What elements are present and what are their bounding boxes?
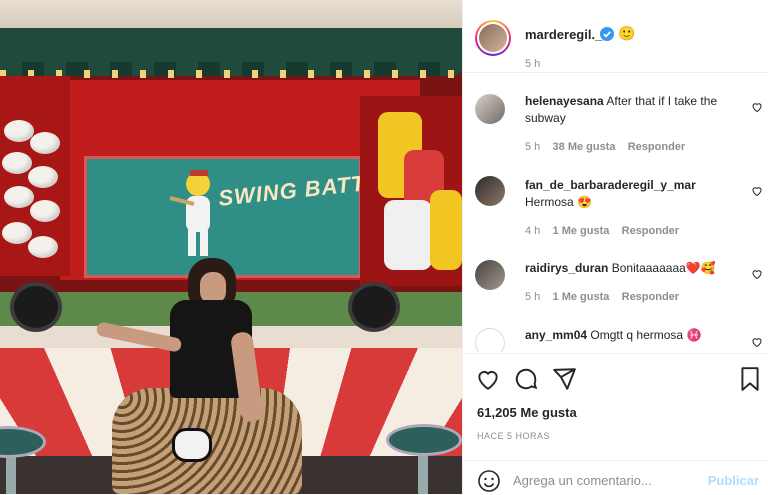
comment-text: raidirys_duran Bonitaaaaaaa❤️🥰 — [525, 260, 745, 277]
comment-time: 4 h — [525, 225, 541, 237]
comment-text: any_mm04 Omgtt q hermosa ♓ — [525, 327, 745, 344]
divider — [463, 353, 768, 354]
comment-time: 5 h — [525, 291, 541, 303]
paper-plane-icon[interactable] — [551, 366, 577, 392]
comment-text: helenayesana After that if I take the su… — [525, 93, 745, 127]
baseball — [4, 186, 34, 208]
arcade-machine — [348, 282, 400, 332]
comment-meta: 5 h 1 Me gusta Responder — [525, 291, 679, 303]
sneaker — [172, 428, 212, 462]
comment-emoji: 😍 — [577, 195, 592, 209]
author-avatar[interactable] — [475, 20, 511, 56]
author-username[interactable]: marderegil._ — [525, 27, 602, 42]
avatar-border — [477, 22, 509, 54]
comment-bubble-icon[interactable] — [513, 366, 539, 392]
booth-left-wall — [0, 76, 70, 276]
plush-toy — [430, 190, 462, 270]
heart-icon[interactable] — [475, 366, 501, 392]
comment-meta: 5 h 38 Me gusta Responder — [525, 141, 685, 153]
post-side-panel: marderegil._ 🙂 5 h helenayesana After th… — [462, 0, 768, 494]
comment-body: Bonitaaaaaaa — [611, 261, 686, 275]
comment-input[interactable] — [513, 473, 703, 488]
baseball — [28, 236, 58, 258]
homer-batter-figure — [169, 170, 210, 256]
heart-icon[interactable] — [751, 185, 763, 197]
baseball — [28, 166, 58, 188]
comment-form: Publicar — [463, 460, 768, 495]
commenter-avatar[interactable] — [475, 94, 505, 124]
comment-likes[interactable]: 1 Me gusta — [553, 291, 610, 303]
baseball — [30, 200, 60, 222]
commenter-username[interactable]: any_mm04 — [525, 328, 587, 342]
commenter-username[interactable]: raidirys_duran — [525, 261, 608, 275]
reply-button[interactable]: Responder — [628, 141, 685, 153]
baseball — [2, 152, 32, 174]
comment-text: fan_de_barbaraderegil_y_mar Hermosa 😍 — [525, 177, 745, 211]
baseball — [4, 120, 34, 142]
comment-body: Omgtt q hermosa — [590, 328, 684, 342]
commenter-avatar[interactable] — [475, 328, 505, 352]
post-header: marderegil._ 🙂 — [463, 0, 768, 73]
comment-meta: 4 h 1 Me gusta Responder — [525, 225, 679, 237]
reply-button[interactable]: Responder — [622, 291, 679, 303]
heart-icon[interactable] — [751, 101, 763, 113]
baseball — [2, 222, 32, 244]
comment-time: 5 h — [525, 141, 541, 153]
author-emoji: 🙂 — [618, 25, 636, 41]
comment-body: Hermosa — [525, 195, 574, 209]
likes-count[interactable]: 61,205 Me gusta — [477, 405, 577, 420]
heart-icon[interactable] — [751, 268, 763, 280]
comment-item: any_mm04 Omgtt q hermosa ♓ — [475, 326, 768, 352]
commenter-username[interactable]: fan_de_barbaraderegil_y_mar — [525, 178, 696, 192]
awning-roof — [0, 0, 462, 28]
arcade-machine — [10, 282, 62, 332]
author-time: 5 h — [525, 58, 541, 70]
post-time-ago: HACE 5 HORAS — [477, 431, 551, 441]
plush-toy — [384, 200, 432, 270]
publish-button[interactable]: Publicar — [708, 473, 759, 488]
bookmark-icon[interactable] — [737, 366, 763, 392]
smiley-icon[interactable] — [477, 469, 501, 493]
post-photo[interactable]: SWING BATTER! — [0, 0, 462, 494]
comment-likes[interactable]: 38 Me gusta — [553, 141, 616, 153]
comment-emoji: ♓ — [686, 328, 702, 342]
commenter-avatar[interactable] — [475, 176, 505, 206]
baseball — [30, 132, 60, 154]
stool — [386, 424, 462, 456]
commenter-username[interactable]: helenayesana — [525, 94, 604, 108]
comment-emoji: ❤️🥰 — [685, 261, 716, 275]
avatar-image — [479, 24, 507, 52]
reply-button[interactable]: Responder — [622, 225, 679, 237]
comment-likes[interactable]: 1 Me gusta — [553, 225, 610, 237]
commenter-avatar[interactable] — [475, 260, 505, 290]
heart-icon[interactable] — [751, 336, 763, 348]
verified-badge-icon — [600, 27, 614, 41]
